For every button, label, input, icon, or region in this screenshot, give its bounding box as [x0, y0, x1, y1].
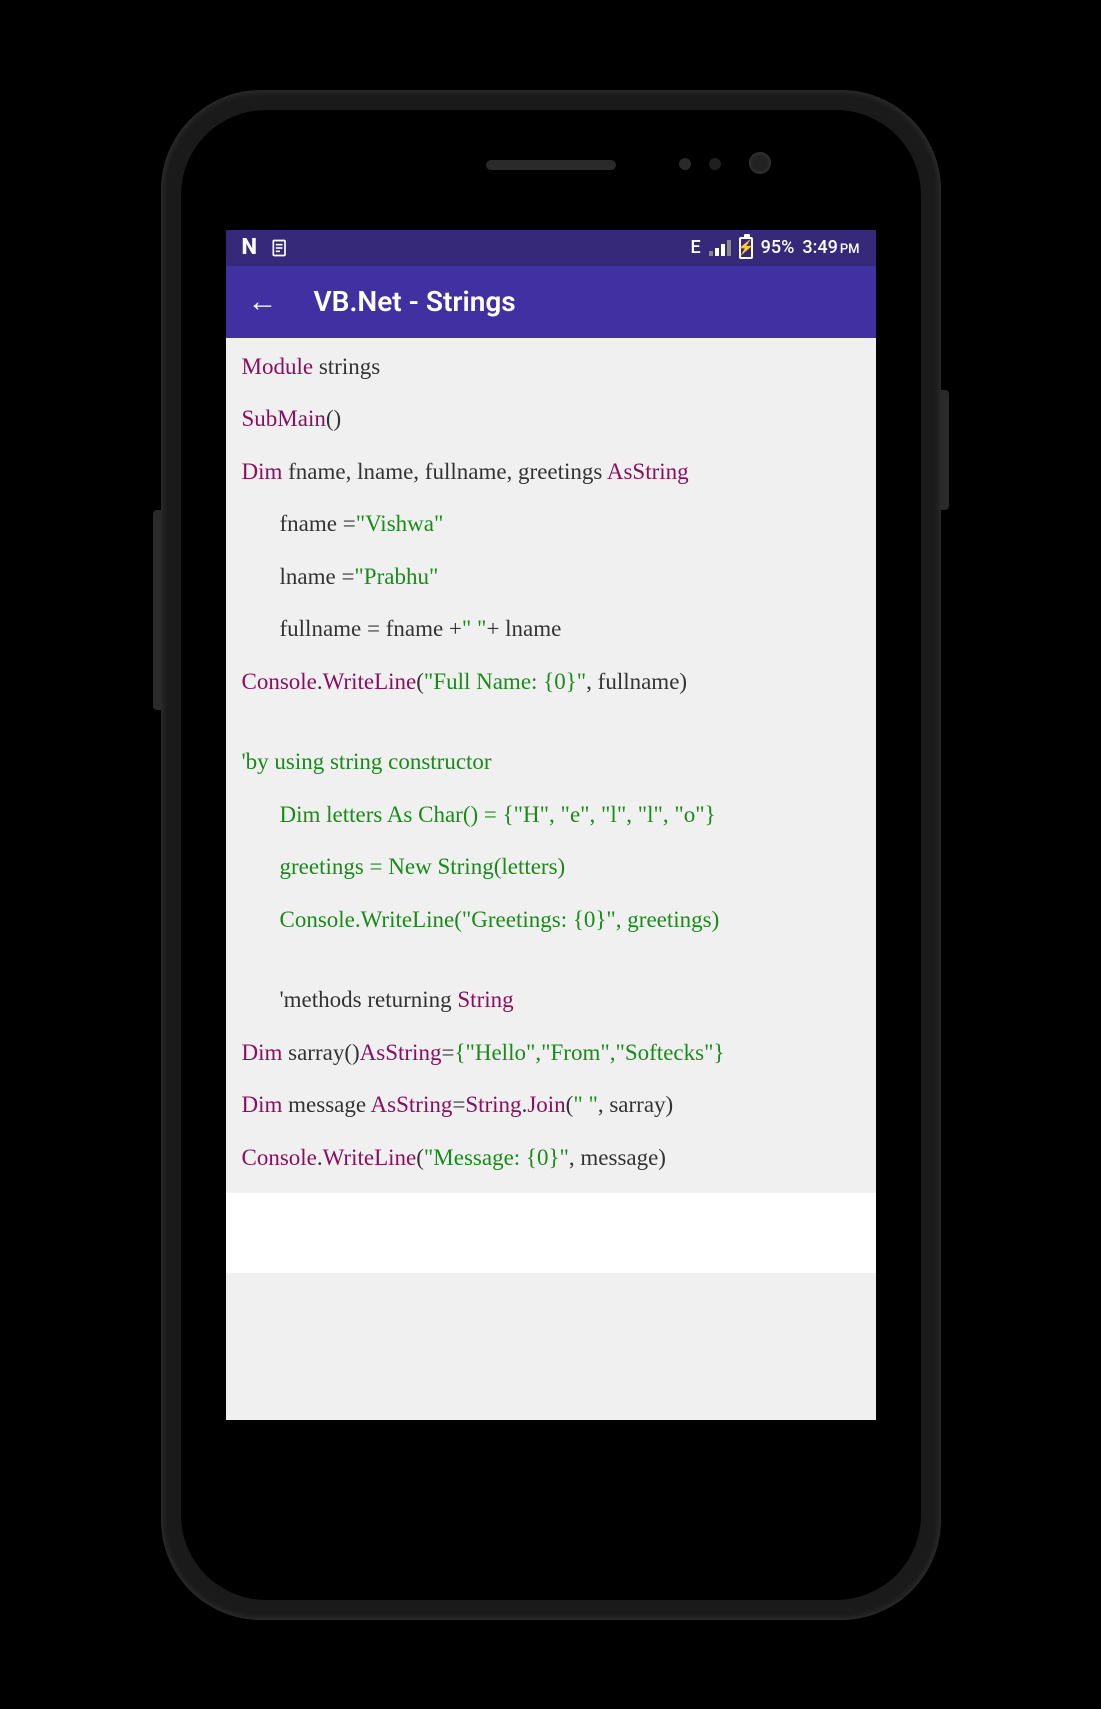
- front-camera: [749, 152, 771, 174]
- code-line: Console.WriteLine("Greetings: {0}", gree…: [242, 903, 860, 938]
- code-line: Dim fname, lname, fullname, greetings As…: [242, 455, 860, 490]
- clock-time: 3:49PM: [802, 237, 859, 258]
- power-button: [941, 390, 949, 510]
- proximity-sensor: [679, 158, 691, 170]
- light-sensor: [709, 158, 721, 170]
- code-line: lname ="Prabhu": [242, 560, 860, 595]
- android-n-icon: N: [242, 235, 257, 260]
- code-content[interactable]: Module strings SubMain() Dim fname, lnam…: [226, 338, 876, 1420]
- network-type: E: [691, 237, 701, 258]
- battery-icon: ⚡: [739, 237, 753, 259]
- volume-button: [153, 510, 161, 710]
- content-end: [226, 1193, 876, 1273]
- code-line: greetings = New String(letters): [242, 850, 860, 885]
- code-line: fname ="Vishwa": [242, 507, 860, 542]
- code-line: Dim sarray()AsString={"Hello","From","So…: [242, 1036, 860, 1071]
- battery-percent: 95%: [761, 237, 795, 258]
- code-line: Console.WriteLine("Message: {0}", messag…: [242, 1141, 860, 1176]
- code-line: Dim message AsString=String.Join(" ", sa…: [242, 1088, 860, 1123]
- phone-bezel: N E ⚡ 95% 3:49PM ← VB.Net - Strings Modu…: [181, 110, 921, 1600]
- code-line: Module strings: [242, 350, 860, 385]
- code-line: Dim letters As Char() = {"H", "e", "l", …: [242, 798, 860, 833]
- code-comment: 'methods returning String: [242, 983, 860, 1018]
- app-bar: ← VB.Net - Strings: [226, 266, 876, 338]
- notification-icon: [270, 238, 290, 258]
- back-button[interactable]: ←: [248, 284, 278, 319]
- code-line: fullname = fname +" "+ lname: [242, 612, 860, 647]
- phone-frame: N E ⚡ 95% 3:49PM ← VB.Net - Strings Modu…: [161, 90, 941, 1620]
- code-line: SubMain(): [242, 402, 860, 437]
- screen: N E ⚡ 95% 3:49PM ← VB.Net - Strings Modu…: [226, 230, 876, 1420]
- signal-icon: [709, 240, 731, 256]
- code-comment: 'by using string constructor: [242, 745, 860, 780]
- speaker-grille: [486, 160, 616, 170]
- page-title: VB.Net - Strings: [314, 285, 516, 318]
- code-line: Console.WriteLine("Full Name: {0}", full…: [242, 665, 860, 700]
- status-bar: N E ⚡ 95% 3:49PM: [226, 230, 876, 266]
